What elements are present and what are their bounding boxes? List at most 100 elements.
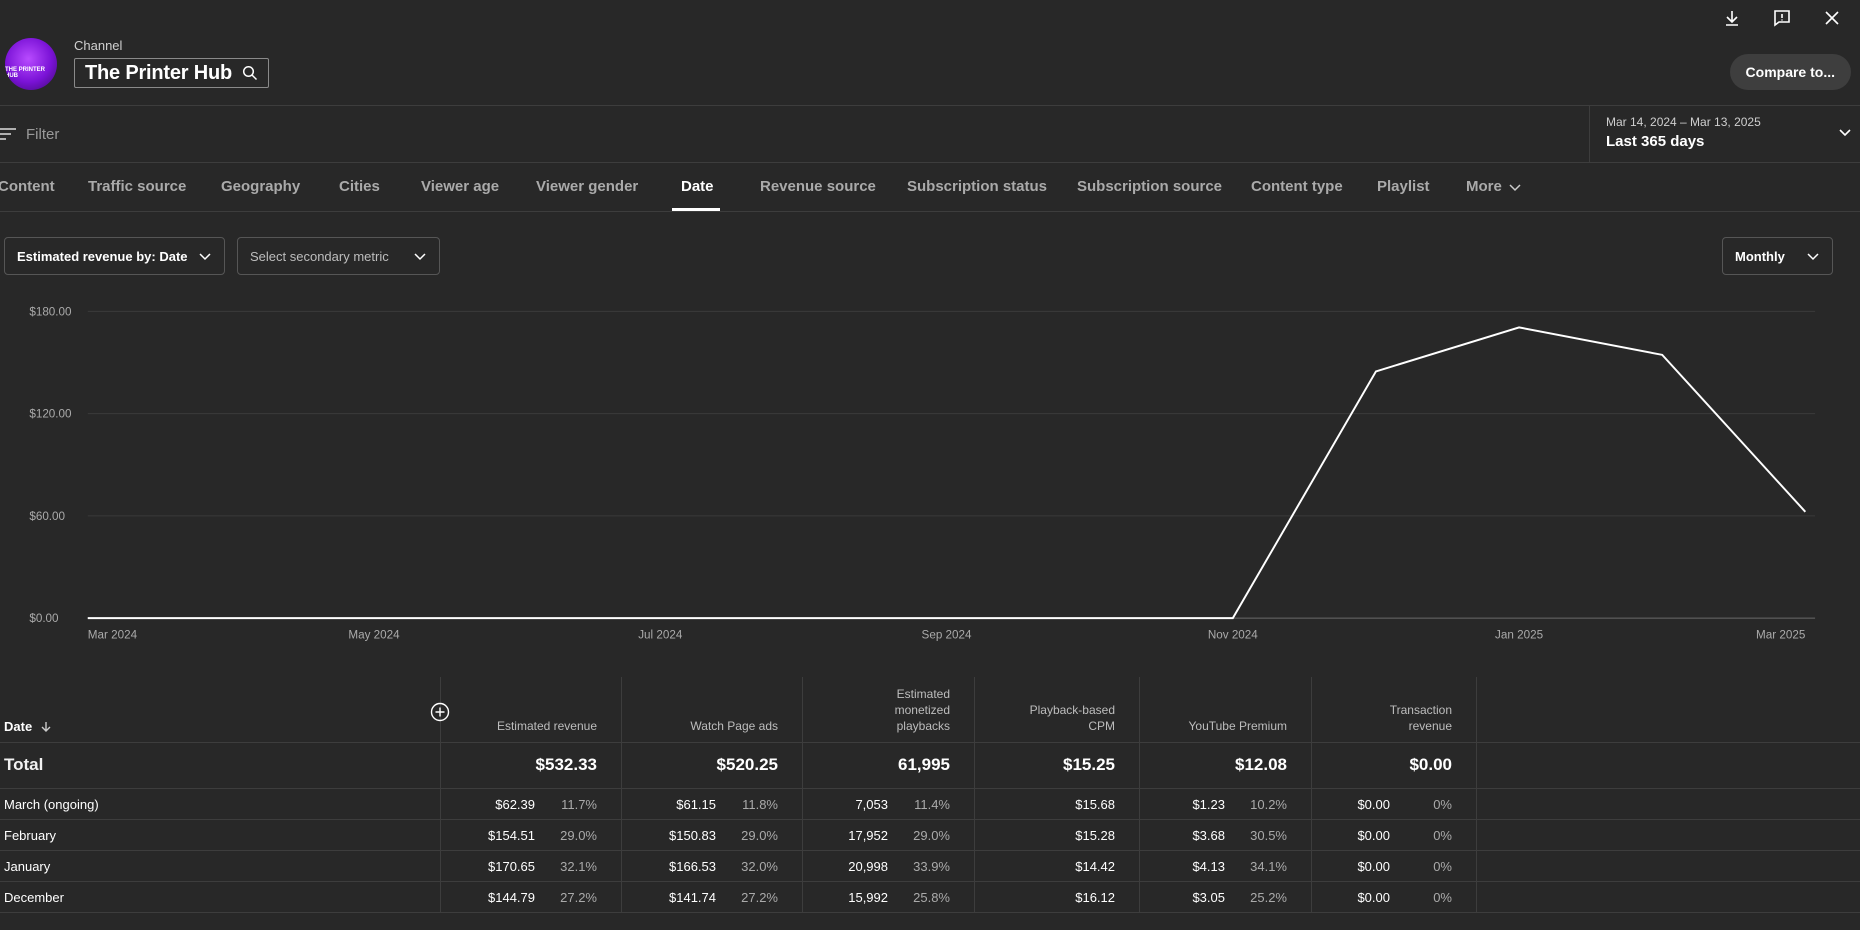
table-cell-percent: 33.9% bbox=[913, 859, 950, 874]
table-row-label[interactable]: December bbox=[4, 890, 64, 905]
compare-button[interactable]: Compare to... bbox=[1729, 54, 1851, 90]
row-divider bbox=[0, 881, 1860, 882]
table-cell-value: $0.00 bbox=[1357, 797, 1390, 812]
col-header-monetized-playbacks[interactable]: Estimated monetized playbacks bbox=[858, 686, 950, 734]
table-cell-value: $144.79 bbox=[488, 890, 535, 905]
col-header-youtube-premium[interactable]: YouTube Premium bbox=[1147, 718, 1288, 734]
table-cell-value: 20,998 bbox=[848, 859, 888, 874]
revenue-line-chart: $0.00 $60.00 $120.00 $180.00 Mar 2024 May 202… bbox=[29, 305, 1816, 642]
table-cell-value: $150.83 bbox=[669, 828, 716, 843]
tab-subscription-status[interactable]: Subscription status bbox=[907, 163, 1047, 211]
table-cell-value: 7,053 bbox=[855, 797, 888, 812]
table-cell-percent: 27.2% bbox=[560, 890, 597, 905]
table-cell-percent: 0% bbox=[1433, 828, 1452, 843]
x-tick-label: Sep 2024 bbox=[922, 629, 972, 642]
table-cell-percent: 29.0% bbox=[913, 828, 950, 843]
row-divider bbox=[0, 850, 1860, 851]
tabs-divider bbox=[0, 211, 1860, 212]
table-cell-percent: 32.0% bbox=[741, 859, 778, 874]
tab-more[interactable]: More bbox=[1466, 163, 1522, 211]
primary-metric-label: Estimated revenue by: Date bbox=[17, 248, 188, 264]
series-line bbox=[87, 326, 1807, 620]
chevron-down-icon bbox=[414, 253, 426, 261]
feedback-icon bbox=[1774, 10, 1790, 27]
date-range-value: Mar 14, 2024 – Mar 13, 2025 bbox=[1606, 115, 1761, 129]
table-cell-value: 15,992 bbox=[848, 890, 888, 905]
table-cell-value: 17,952 bbox=[848, 828, 888, 843]
feedback-button[interactable] bbox=[1764, 4, 1800, 32]
table-cell-value: $61.15 bbox=[676, 797, 716, 812]
table-row-label[interactable]: March (ongoing) bbox=[4, 797, 99, 812]
table-cell-value: $4.13 bbox=[1192, 859, 1225, 874]
arrow-down-icon bbox=[41, 721, 51, 732]
table-cell-value: $0.00 bbox=[1357, 828, 1390, 843]
tab-revenue-source[interactable]: Revenue source bbox=[760, 163, 876, 211]
table-cell-value: $170.65 bbox=[488, 859, 535, 874]
tab-date[interactable]: Date bbox=[681, 163, 714, 211]
x-tick-label: Nov 2024 bbox=[1208, 629, 1258, 642]
total-youtube-premium: $12.08 bbox=[1235, 755, 1287, 774]
tab-geography[interactable]: Geography bbox=[221, 163, 300, 211]
y-tick-label: $0.00 bbox=[29, 612, 59, 625]
table-row-label[interactable]: February bbox=[4, 828, 56, 843]
tab-subscription-source[interactable]: Subscription source bbox=[1077, 163, 1222, 211]
y-tick-label: $60.00 bbox=[29, 510, 65, 523]
table-row-label[interactable]: January bbox=[4, 859, 50, 874]
col-header-playback-cpm[interactable]: Playback-based CPM bbox=[1005, 702, 1115, 734]
y-tick-label: $180.00 bbox=[29, 305, 72, 318]
table-cell-value: $15.68 bbox=[1075, 797, 1115, 812]
tab-content[interactable]: Content bbox=[0, 163, 55, 211]
table-cell-percent: 0% bbox=[1433, 859, 1452, 874]
table-cell-value: $0.00 bbox=[1357, 890, 1390, 905]
chevron-down-icon bbox=[199, 253, 211, 261]
total-monetized-playbacks: 61,995 bbox=[898, 755, 950, 774]
total-row-label: Total bbox=[4, 755, 44, 774]
column-divider bbox=[1139, 677, 1140, 913]
search-icon bbox=[242, 65, 258, 81]
chevron-down-icon bbox=[1839, 129, 1851, 137]
column-divider bbox=[974, 677, 975, 913]
total-transaction-revenue: $0.00 bbox=[1409, 755, 1452, 774]
close-button[interactable] bbox=[1814, 4, 1850, 32]
channel-selector[interactable]: The Printer Hub bbox=[74, 58, 270, 88]
x-tick-label: Jan 2025 bbox=[1495, 629, 1543, 642]
table-cell-percent: 29.0% bbox=[560, 828, 597, 843]
tab-playlist[interactable]: Playlist bbox=[1377, 163, 1430, 211]
table-cell-value: $3.05 bbox=[1192, 890, 1225, 905]
primary-metric-select[interactable]: Estimated revenue by: Date bbox=[4, 237, 225, 275]
col-header-transaction-revenue[interactable]: Transaction revenue bbox=[1362, 702, 1452, 734]
table-cell-value: $0.00 bbox=[1357, 859, 1390, 874]
tab-content-type[interactable]: Content type bbox=[1251, 163, 1343, 211]
column-divider bbox=[1476, 677, 1477, 913]
table-cell-value: $141.74 bbox=[669, 890, 716, 905]
table-cell-percent: 25.2% bbox=[1250, 890, 1287, 905]
row-divider bbox=[0, 912, 1860, 913]
download-button[interactable] bbox=[1714, 4, 1750, 32]
filter-bar[interactable]: Filter bbox=[0, 106, 1589, 162]
col-header-estimated-revenue[interactable]: Estimated revenue bbox=[447, 718, 597, 734]
x-tick-label: Mar 2024 bbox=[88, 629, 138, 642]
tab-viewer-age[interactable]: Viewer age bbox=[421, 163, 499, 211]
interval-select[interactable]: Monthly bbox=[1722, 237, 1833, 275]
table-cell-value: $16.12 bbox=[1075, 890, 1115, 905]
date-range-picker[interactable]: Mar 14, 2024 – Mar 13, 2025 Last 365 day… bbox=[1589, 106, 1860, 162]
table-cell-percent: 11.8% bbox=[742, 797, 778, 812]
tab-cities[interactable]: Cities bbox=[339, 163, 380, 211]
dimension-tabs: Content Traffic source Geography Cities … bbox=[0, 163, 1860, 211]
x-tick-label: Jul 2024 bbox=[638, 629, 683, 642]
download-icon bbox=[1726, 11, 1738, 26]
row-divider bbox=[0, 819, 1860, 820]
secondary-metric-select[interactable]: Select secondary metric bbox=[237, 237, 440, 275]
channel-avatar: THE PRINTER HUB bbox=[5, 38, 57, 90]
date-column-header[interactable]: Date bbox=[4, 719, 52, 734]
filter-input[interactable]: Filter bbox=[26, 126, 59, 143]
column-divider bbox=[802, 677, 803, 913]
tab-traffic-source[interactable]: Traffic source bbox=[88, 163, 186, 211]
total-playback-cpm: $15.25 bbox=[1063, 755, 1115, 774]
table-cell-percent: 10.2% bbox=[1250, 797, 1287, 812]
table-cell-percent: 11.4% bbox=[914, 797, 950, 812]
col-header-watch-page-ads[interactable]: Watch Page ads bbox=[628, 718, 778, 734]
tab-viewer-gender[interactable]: Viewer gender bbox=[536, 163, 638, 211]
table-cell-value: $154.51 bbox=[488, 828, 535, 843]
interval-label: Monthly bbox=[1735, 248, 1785, 264]
